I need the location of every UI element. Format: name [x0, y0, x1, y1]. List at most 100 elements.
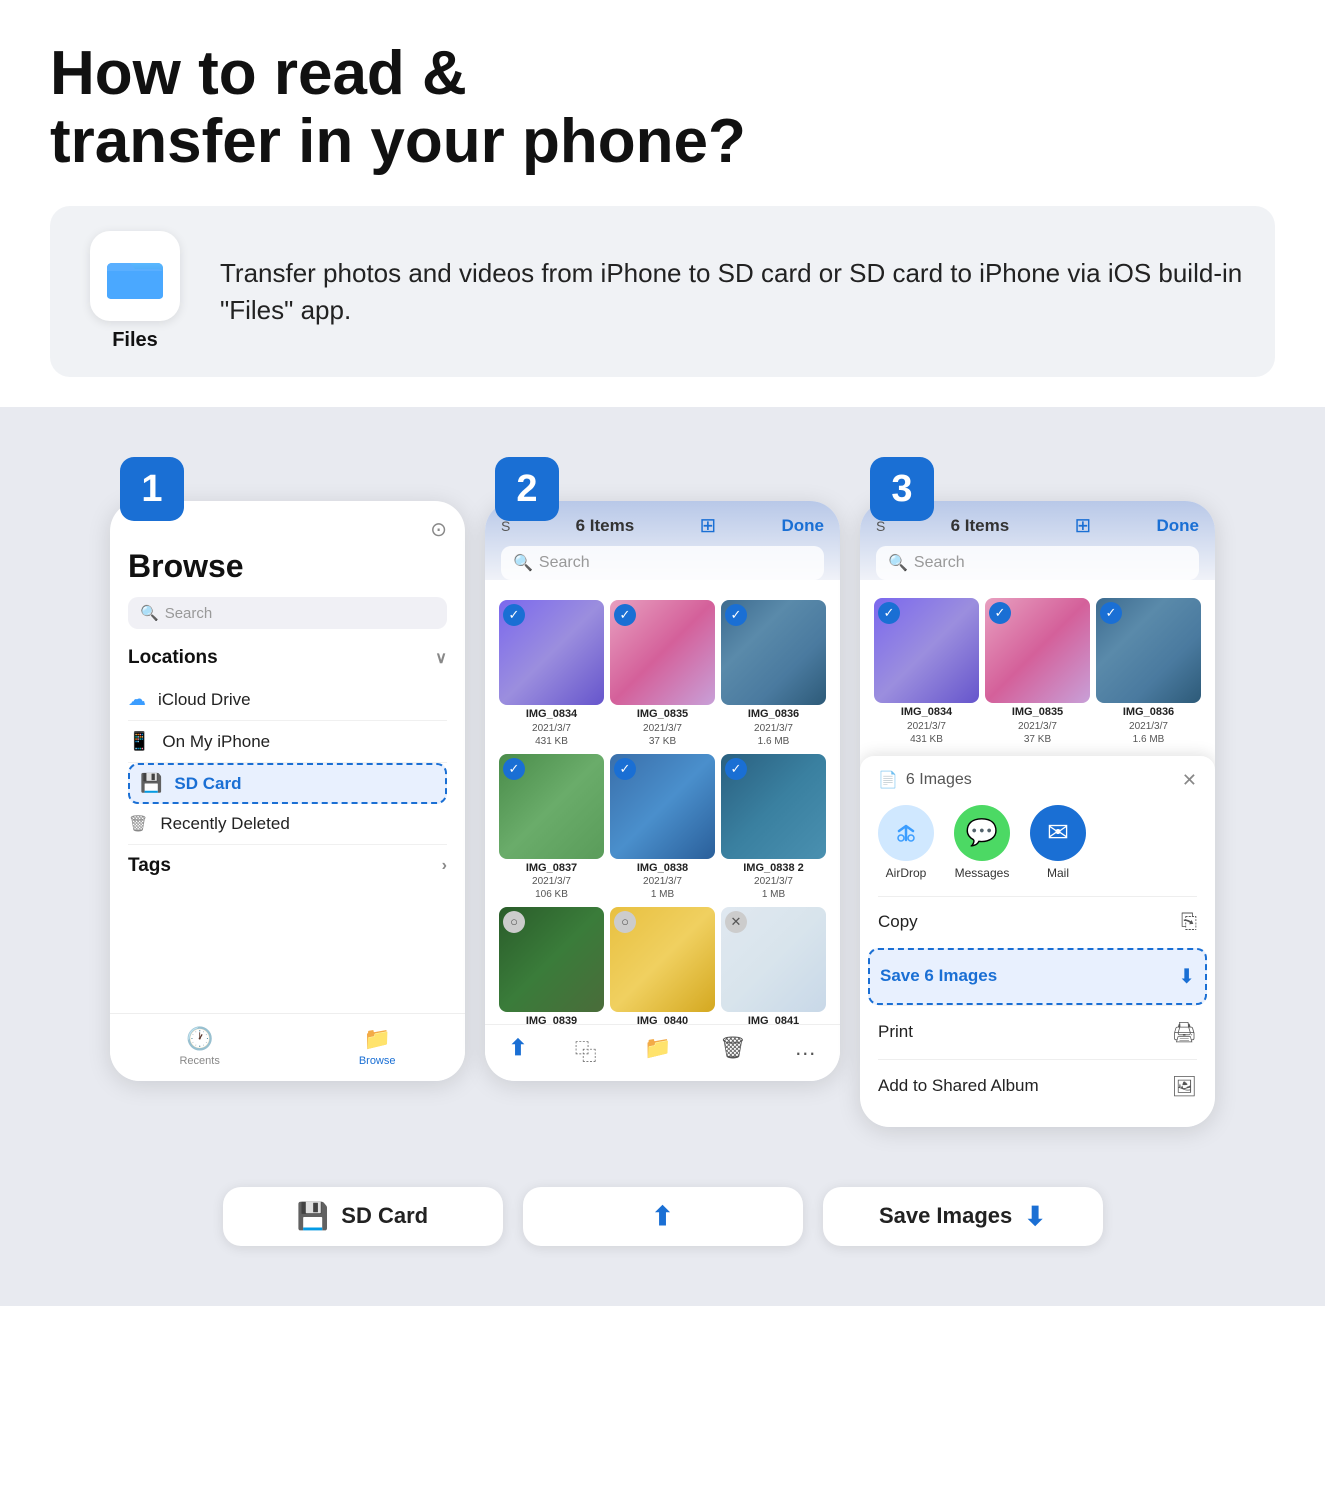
more-icon[interactable]: ⊙	[430, 517, 447, 542]
photo-thumb: ○	[610, 907, 715, 1012]
done-btn-3[interactable]: Done	[1157, 516, 1200, 536]
phone1-wrap: 1 ⊙ Browse 🔍 Search Locations ∨	[110, 457, 465, 1081]
files-app-icon-wrap: Files	[80, 231, 190, 352]
search-placeholder-2: Search	[539, 554, 590, 572]
photo-thumb: ✓	[721, 600, 826, 705]
photo-thumb: ✓	[1096, 598, 1201, 703]
album-icon: 🖼	[1172, 1074, 1197, 1099]
phone3-wrap: 3 S 6 Items ⊞ Done 🔍 Search	[860, 457, 1215, 1126]
photo-thumb: ✓	[721, 754, 826, 859]
step3-badge: 3	[870, 457, 934, 521]
sdcard-bottom-label: 💾 SD Card	[223, 1187, 503, 1246]
mail-label: Mail	[1047, 866, 1069, 880]
shared-album-action[interactable]: Add to Shared Album 🖼	[878, 1059, 1197, 1113]
photo-thumb: ✓	[499, 600, 604, 705]
tab-browse[interactable]: 📁 Browse	[359, 1026, 396, 1067]
browse-title: Browse	[128, 548, 447, 585]
photo-check: ✓	[503, 604, 525, 626]
steps-section: 1 ⊙ Browse 🔍 Search Locations ∨	[0, 407, 1325, 1305]
copy-label: Copy	[878, 912, 918, 932]
save-icon: ⬇	[1178, 964, 1195, 989]
photo-item[interactable]: ✓ IMG_08362021/3/71.6 MB	[721, 600, 826, 747]
print-action[interactable]: Print 🖨	[878, 1005, 1197, 1059]
step1-badge: 1	[120, 457, 184, 521]
print-icon: 🖨	[1172, 1020, 1197, 1045]
copy-action[interactable]: Copy ⎘	[878, 896, 1197, 948]
location-deleted[interactable]: 🗑 Recently Deleted	[128, 804, 447, 845]
phone1-content: ⊙ Browse 🔍 Search Locations ∨ ☁ iCloud D…	[110, 501, 465, 903]
photo-check: ✓	[725, 604, 747, 626]
photo-item[interactable]: ✓ IMG_0838 22021/3/71 MB	[721, 754, 826, 901]
photo-label: IMG_08342021/3/7431 KB	[526, 707, 577, 747]
tab-recents[interactable]: 🕐 Recents	[179, 1026, 219, 1067]
done-btn-2[interactable]: Done	[782, 516, 825, 536]
info-box: Files Transfer photos and videos from iP…	[50, 206, 1275, 377]
search-bar-1[interactable]: 🔍 Search	[128, 597, 447, 629]
airdrop-label: AirDrop	[886, 866, 927, 880]
close-icon[interactable]: ✕	[1182, 770, 1197, 791]
search-icon-2: 🔍	[513, 553, 533, 573]
folder-toolbar-icon[interactable]: 📁	[644, 1035, 671, 1067]
photo-thumb: ✓	[610, 754, 715, 859]
photo-check: ✓	[878, 602, 900, 624]
iphone-icon: 📱	[128, 731, 150, 752]
share-sheet-title: 📄 6 Images ✕	[878, 770, 1197, 791]
photo-label: IMG_08342021/3/7431 KB	[901, 705, 952, 745]
more-toolbar-icon[interactable]: …	[794, 1035, 816, 1067]
photo-check: ✓	[614, 758, 636, 780]
phone1: ⊙ Browse 🔍 Search Locations ∨ ☁ iCloud D…	[110, 501, 465, 1081]
share-sheet: 📄 6 Images ✕	[860, 756, 1215, 1127]
grid-icon-3[interactable]: ⊞	[1074, 513, 1091, 538]
delete-toolbar-icon[interactable]: 🗑	[719, 1035, 747, 1067]
photo-item[interactable]: ✓ IMG_08352021/3/737 KB	[610, 600, 715, 747]
photo-check: ✓	[503, 758, 525, 780]
photo-item[interactable]: ✓ IMG_08352021/3/737 KB	[985, 598, 1090, 745]
photo-label: IMG_0838 22021/3/71 MB	[743, 861, 804, 901]
phone1-bottom-nav: 🕐 Recents 📁 Browse	[110, 1013, 465, 1081]
share-app-airdrop[interactable]: AirDrop	[878, 805, 934, 880]
photo-thumb: ✓	[985, 598, 1090, 703]
sdcard-icon: 💾	[140, 773, 162, 794]
search-bar-3[interactable]: 🔍 Search	[876, 546, 1199, 580]
copy-toolbar-icon[interactable]: ⿻	[575, 1035, 597, 1067]
location-icloud[interactable]: ☁ iCloud Drive	[128, 679, 447, 721]
share-app-messages[interactable]: 💬 Messages	[954, 805, 1010, 880]
location-iphone[interactable]: 📱 On My iPhone	[128, 721, 447, 763]
photo-check: ○	[503, 911, 525, 933]
photo-check: ✓	[1100, 602, 1122, 624]
items-count-2: 6 Items	[576, 516, 635, 536]
search-bar-2[interactable]: 🔍 Search	[501, 546, 824, 580]
save-bottom-icon: ⬇	[1024, 1201, 1046, 1232]
photo-grid-3-top: ✓ IMG_08342021/3/7431 KB ✓ IMG_08352021/…	[860, 590, 1215, 749]
phone2-bottom-toolbar: ⬆ ⿻ 📁 🗑 …	[485, 1024, 840, 1081]
photo-item[interactable]: ✓ IMG_08362021/3/71.6 MB	[1096, 598, 1201, 745]
airdrop-icon	[878, 805, 934, 861]
search-placeholder-1: Search	[165, 605, 213, 622]
share-bottom-icon: ⬆	[652, 1201, 674, 1232]
save-images-label: Save 6 Images	[880, 966, 997, 986]
photo-label: IMG_08352021/3/737 KB	[637, 707, 688, 747]
share-toolbar-icon[interactable]: ⬆	[509, 1035, 527, 1067]
grid-icon[interactable]: ⊞	[699, 513, 716, 538]
print-label: Print	[878, 1022, 913, 1042]
photo-item[interactable]: ✓ IMG_08342021/3/7431 KB	[499, 600, 604, 747]
recents-icon: 🕐	[186, 1026, 213, 1052]
share-title-text: 📄 6 Images	[878, 770, 972, 790]
photo-label: IMG_08372021/3/7106 KB	[526, 861, 577, 901]
share-bottom-label: ⬆	[523, 1187, 803, 1246]
trash-icon: 🗑	[128, 814, 148, 834]
photo-item[interactable]: ✓ IMG_08342021/3/7431 KB	[874, 598, 979, 745]
photo-item[interactable]: ✓ IMG_08372021/3/7106 KB	[499, 754, 604, 901]
photo-thumb: ○	[499, 907, 604, 1012]
browse-icon: 📁	[363, 1026, 390, 1052]
save-images-action[interactable]: Save 6 Images ⬇	[868, 948, 1207, 1005]
photo-item[interactable]: ✓ IMG_08382021/3/71 MB	[610, 754, 715, 901]
photo-check: ✕	[725, 911, 747, 933]
tags-chevron: ›	[442, 857, 447, 875]
files-label: Files	[112, 329, 158, 352]
photo-thumb: ✓	[874, 598, 979, 703]
share-app-mail[interactable]: ✉ Mail	[1030, 805, 1086, 880]
shared-album-label: Add to Shared Album	[878, 1076, 1039, 1096]
phone2-wrap: 2 S 6 Items ⊞ Done 🔍 Search	[485, 457, 840, 1081]
location-sdcard[interactable]: 💾 SD Card	[128, 763, 447, 804]
